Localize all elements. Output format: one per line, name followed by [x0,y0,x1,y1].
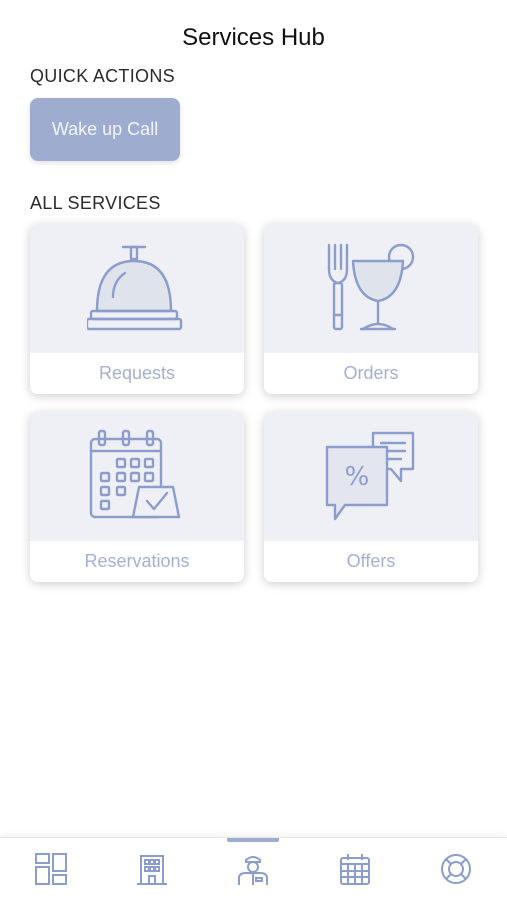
wake-up-call-button[interactable]: Wake up Call [30,98,180,161]
dashboard-icon [34,853,67,885]
percent-chat-icon: % [325,431,415,520]
nav-concierge[interactable] [223,838,283,900]
nav-hotel[interactable] [122,838,182,900]
svg-text:%: % [345,462,370,492]
offers-label: Offers [264,541,478,582]
requests-card[interactable]: Requests [30,224,244,394]
page-title: Services Hub [182,24,325,51]
requests-icon-area [30,224,244,353]
offers-card[interactable]: % Offers [264,412,478,582]
orders-card[interactable]: Orders [264,224,478,394]
lifebuoy-icon [441,854,472,884]
orders-icon-area [264,224,478,353]
orders-label: Orders [264,353,478,394]
reservations-card[interactable]: Reservations [30,412,244,582]
offers-icon-area: % [264,412,478,541]
reservations-label: Reservations [30,541,244,582]
reservations-icon-area [30,412,244,541]
calendar-check-icon [89,429,181,518]
service-bell-icon [87,245,183,330]
hotel-building-icon [137,855,168,885]
requests-label: Requests [30,353,244,394]
nav-support[interactable] [426,838,486,900]
fork-and-drink-icon [327,243,415,330]
quick-actions-heading: QUICK ACTIONS [30,66,175,86]
all-services-heading: ALL SERVICES [30,193,161,213]
nav-dashboard[interactable] [21,838,81,900]
nav-calendar[interactable] [325,838,385,900]
bottom-nav [0,837,507,900]
concierge-icon [238,856,269,885]
calendar-icon [339,854,370,885]
